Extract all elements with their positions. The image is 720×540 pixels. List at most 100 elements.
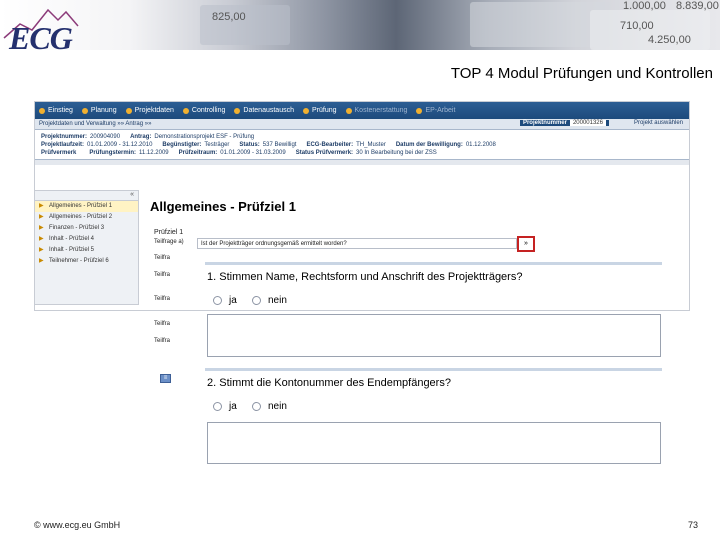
nav-item[interactable]: Datenaustausch [234,107,294,114]
price-label: 710,00 [620,20,654,32]
project-number-selector[interactable]: Projektnummer 200001326 [519,120,609,126]
sidebar-item[interactable]: ▶ Inhalt - Prüfziel 4 [35,234,138,245]
question-1-yes-radio[interactable]: ja [213,295,237,306]
info-value: 01.01.2009 - 31.12.2010 [87,142,153,148]
teilfrage-side-label: Teilfra [154,296,171,302]
radio-circle-icon [213,402,222,411]
info-label: Prüfvermerk [41,150,77,156]
info-cell: Datum der Bewilligung: 01.12.2008 [396,141,496,149]
arrow-right-icon: ▶ [39,225,44,231]
info-cell: Begünstigter: Testräger [162,141,229,149]
info-label: ECG-Bearbeiter: [306,142,354,148]
nav-item-label: Projektdaten [134,107,174,114]
ecg-logo: ECG [9,20,73,50]
divider [35,160,689,165]
teilfrage-side-label: Teilfra [154,321,171,327]
nav-item-label: Datenaustausch [243,107,294,114]
radio-label: ja [229,401,237,412]
info-cell: Status: 537 Bewilligt [239,141,296,149]
info-label: Begünstigter: [162,142,202,148]
copyright: © www.ecg.eu GmbH [34,520,121,530]
sidebar-item[interactable]: ▶ Inhalt - Prüfziel 5 [35,245,138,256]
info-cell: Prüfvermerk [41,149,79,157]
teilfrage-side-label: Teilfra [154,338,171,344]
teilfrage-side-label: Teilfra [154,272,171,278]
nav-bullet-icon [345,107,352,114]
radio-circle-icon [252,402,261,411]
nav-bullet-icon [234,107,241,114]
info-value: Testräger [204,142,230,148]
info-row: Projektlaufzeit: 01.01.2009 - 31.12.2010 B… [41,141,683,149]
nav-bullet-icon [125,107,132,114]
info-value: 200904090 [90,134,121,140]
sidebar-item-label: Allgemeines - Prüfziel 1 [49,203,113,209]
sidebar-item-label: Teilnehmer - Prüfziel 6 [49,258,109,264]
radio-label: nein [268,401,287,412]
nav-bullet-icon [182,107,189,114]
pruefziel-sidebar: « ▶ Allgemeines - Prüfziel 1 ▶ Allgemeines … [34,190,139,305]
info-label: Prüfungstermin: [89,150,137,156]
nav-item-label: EP-Arbeit [425,107,456,114]
select-project-link[interactable]: Projekt auswählen [634,120,683,126]
nav-item[interactable]: Projektdaten [125,107,174,114]
nav-item[interactable]: Prüfung [302,107,337,114]
breadcrumb[interactable]: Projektdaten und Verwaltung »» Antrag »» [39,121,151,127]
arrow-right-icon: ▶ [39,236,44,242]
slide-title: TOP 4 Modul Prüfungen und Kontrollen [450,65,713,82]
question-1-comment-textarea[interactable] [207,314,661,357]
nav-item[interactable]: Einstieg [39,107,73,114]
info-label: Prüfzeitraum: [178,150,218,156]
collapse-icon[interactable]: « [35,191,138,201]
sidebar-item[interactable]: ▶ Allgemeines - Prüfziel 2 [35,212,138,223]
info-label: Antrag: [130,134,152,140]
question-2-yes-radio[interactable]: ja [213,401,237,412]
info-label: Status Prüfvermerk: [295,150,354,156]
project-info: Projektnummer: 200904090 Antrag: Demonstrat… [35,130,689,160]
info-value: 01.01.2009 - 31.03.2009 [220,150,286,156]
info-label: Projektnummer: [41,134,88,140]
info-value: Demonstrationsprojekt ESF - Prüfung [154,134,255,140]
nav-bullet-icon [302,107,309,114]
page-number: 73 [687,520,698,530]
radio-circle-icon [213,296,222,305]
price-label: 4.250,00 [648,34,691,46]
info-cell: Prüfungstermin: 11.12.2009 [89,149,168,157]
teilfrage-side-label: Teilfra [154,255,171,261]
sidebar-item[interactable]: ▶ Finanzen - Prüfziel 3 [35,223,138,234]
sidebar-item[interactable]: ▶ Allgemeines - Prüfziel 1 [35,201,138,212]
pruefziel-label: Prüfziel 1 [154,229,184,236]
info-value: TH_Muster [356,142,386,148]
project-number-input[interactable]: 200001326 [569,120,606,126]
info-cell: Status Prüfvermerk: 30 In Bearbeitung bei… [296,149,437,157]
info-cell: Projektlaufzeit: 01.01.2009 - 31.12.2010 [41,141,152,149]
radio-label: ja [229,295,237,306]
expand-icon[interactable]: ≡ [160,374,171,383]
project-number-label: Projektnummer [522,120,567,126]
question-divider [205,262,662,265]
arrow-right-icon: ▶ [39,214,44,220]
price-label: 1.000,00 [623,0,666,12]
question-1-text: 1. Stimmen Name, Rechtsform und Anschrif… [207,271,523,283]
nav-item[interactable]: Kostenerstattung [345,107,408,114]
question-2-no-radio[interactable]: nein [252,401,287,412]
open-teilfrage-button[interactable]: » [517,236,535,252]
nav-item[interactable]: EP-Arbeit [416,107,455,114]
teilfrage-field[interactable]: Ist der Projektträger ordnungsgemäß ermi… [197,238,517,249]
sidebar-item-label: Inhalt - Prüfziel 4 [49,236,95,242]
nav-item[interactable]: Controlling [182,107,226,114]
nav-bullet-icon [39,107,45,114]
question-2-comment-textarea[interactable] [207,422,661,464]
question-1-no-radio[interactable]: nein [252,295,287,306]
info-value: 11.12.2009 [139,150,169,156]
banknote-image [470,2,610,47]
nav-item-label: Kostenerstattung [354,107,408,114]
sidebar-item-label: Finanzen - Prüfziel 3 [49,225,105,231]
nav-item-label: Controlling [191,107,226,114]
info-label: Projektlaufzeit: [41,142,85,148]
question-2-text: 2. Stimmt die Kontonummer des Endempfäng… [207,377,451,389]
sub-nav: Projektdaten und Verwaltung »» Antrag »»… [35,119,689,130]
info-row: Prüfvermerk Prüfungstermin: 11.12.2009 Prüf… [41,149,683,157]
sidebar-item[interactable]: ▶ Teilnehmer - Prüfziel 6 [35,256,138,267]
nav-item[interactable]: Planung [81,107,117,114]
nav-item-label: Einstieg [48,107,73,114]
